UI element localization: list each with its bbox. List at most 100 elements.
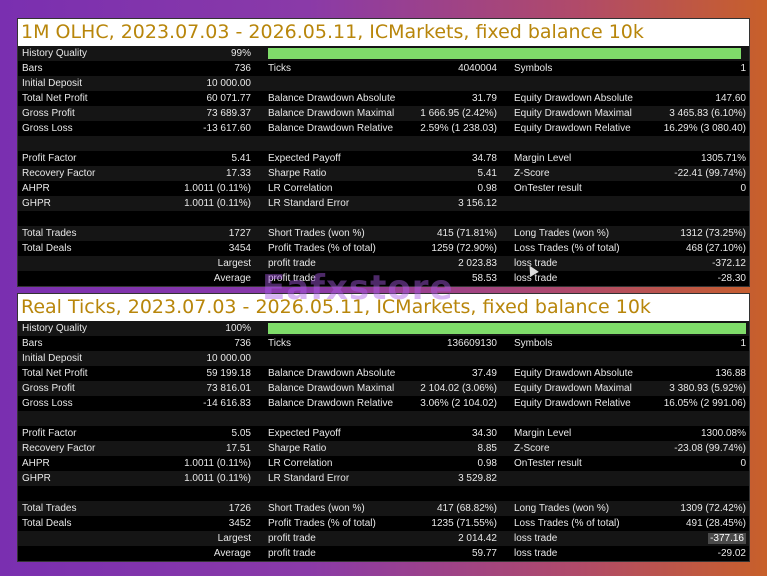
report-title: 1M OLHC, 2023.07.03 - 2026.05.11, ICMark…	[18, 19, 749, 46]
stat-value-text: -22.41 (99.74%)	[674, 168, 746, 179]
stat-value: 0	[598, 181, 746, 196]
stat-value-text: -29.02	[717, 548, 746, 559]
stat-value-text: Largest	[217, 533, 251, 544]
stat-value-text: 468 (27.10%)	[685, 243, 746, 254]
stat-value-text: 1727	[228, 228, 251, 239]
report-panel-real-ticks: Real Ticks, 2023.07.03 - 2026.05.11, ICM…	[17, 293, 750, 562]
stat-value-text: 2 104.02 (3.06%)	[420, 383, 497, 394]
stat-row: Total Deals 3454 Profit Trades (% of total…	[18, 241, 749, 256]
stat-value-text: -13 617.60	[203, 123, 251, 134]
stat-row: Profit Factor 5.41 Expected Payoff 34.78 Mar…	[18, 151, 749, 166]
stat-value: 3 529.82	[368, 471, 497, 486]
stat-value-text: 0.98	[477, 458, 497, 469]
stat-value-text: 2 014.42	[458, 533, 497, 544]
stat-value: 1 666.95 (2.42%)	[368, 106, 497, 121]
history-quality-value: 100%	[225, 323, 251, 334]
stat-value: -29.02	[598, 546, 746, 561]
stat-value-text: -23.08 (99.74%)	[674, 443, 746, 454]
stat-value: 37.49	[368, 366, 497, 381]
stat-value-text: 136609130	[446, 338, 497, 349]
stat-value: 1309 (72.42%)	[598, 501, 746, 516]
stat-value: Average	[138, 271, 251, 286]
stat-value-text: 17.51	[225, 443, 251, 454]
stat-value: 59.77	[368, 546, 497, 561]
stat-value-text: 8.85	[477, 443, 497, 454]
stat-value: 17.33	[138, 166, 251, 181]
stat-value-text: 417 (68.82%)	[436, 503, 497, 514]
stat-value-text: 736	[234, 63, 251, 74]
stat-row: GHPR 1.0011 (0.11%) LR Standard Error 3 529…	[18, 471, 749, 486]
stat-value: 31.79	[368, 91, 497, 106]
stat-row	[18, 211, 749, 226]
stat-row: Profit Factor 5.05 Expected Payoff 34.30 Mar…	[18, 426, 749, 441]
stat-value: 5.41	[368, 166, 497, 181]
stat-value-text: 1235 (71.55%)	[431, 518, 497, 529]
stat-value: 1726	[138, 501, 251, 516]
stat-row: Total Trades 1727 Short Trades (won %) 415 …	[18, 226, 749, 241]
stat-value-text: 1	[740, 63, 746, 74]
stat-value-text: 60 071.77	[206, 93, 252, 104]
stat-row: Average profit trade 59.77 loss trade -29.02	[18, 546, 749, 561]
stat-value-text: Average	[213, 548, 251, 559]
stat-value-text: 491 (28.45%)	[685, 518, 746, 529]
stat-value-text: 16.29% (3 080.40)	[663, 123, 746, 134]
stat-value-text: 10 000.00	[206, 353, 252, 364]
history-quality-row: History Quality 99%	[18, 46, 749, 61]
stat-value: 5.05	[138, 426, 251, 441]
stat-row	[18, 486, 749, 501]
stat-value-text: 1.0011 (0.11%)	[184, 198, 251, 209]
stat-row: Total Net Profit 60 071.77 Balance Drawdow…	[18, 91, 749, 106]
stat-value-text: 4040004	[458, 63, 497, 74]
stat-value: 136609130	[368, 336, 497, 351]
stat-value-text: 3 529.82	[458, 473, 497, 484]
stat-value: 16.05% (2 991.06)	[598, 396, 746, 411]
stat-value-text: 17.33	[225, 168, 251, 179]
stat-value-text: 3 380.93 (5.92%)	[669, 383, 746, 394]
stat-value: 1235 (71.55%)	[368, 516, 497, 531]
stat-value-text: 5.05	[231, 428, 251, 439]
report-panel-olhc: 1M OLHC, 2023.07.03 - 2026.05.11, ICMark…	[17, 18, 750, 287]
stat-value: 136.88	[598, 366, 746, 381]
history-quality-bar	[268, 48, 741, 59]
stat-value-text: 3 465.83 (6.10%)	[669, 108, 746, 119]
stat-row: Gross Profit 73 689.37 Balance Drawdown Ma…	[18, 106, 749, 121]
stat-row: Recovery Factor 17.33 Sharpe Ratio 5.41 Z-Sc…	[18, 166, 749, 181]
stat-value-text: 34.30	[471, 428, 497, 439]
stat-value: -14 616.83	[138, 396, 251, 411]
stat-value-text: -377.16	[708, 533, 746, 544]
stat-value: 8.85	[368, 441, 497, 456]
stat-value: 468 (27.10%)	[598, 241, 746, 256]
stat-value-text: Average	[213, 273, 251, 284]
stat-value: 2 104.02 (3.06%)	[368, 381, 497, 396]
stat-row: Average profit trade 58.53 loss trade -28.30	[18, 271, 749, 286]
stat-value-text: -14 616.83	[203, 398, 251, 409]
stat-row: Gross Loss -13 617.60 Balance Drawdown Rel…	[18, 121, 749, 136]
stat-value: 1259 (72.90%)	[368, 241, 497, 256]
stat-value-text: 0.98	[477, 183, 497, 194]
stat-value-text: 1300.08%	[700, 428, 746, 439]
stat-value: 4040004	[368, 61, 497, 76]
stat-value: 73 689.37	[138, 106, 252, 121]
stat-value-text: 34.78	[471, 153, 497, 164]
stat-value-text: 1259 (72.90%)	[431, 243, 497, 254]
stat-value-text: 0	[740, 183, 746, 194]
stat-value: 3 465.83 (6.10%)	[598, 106, 746, 121]
stat-value-text: 1 666.95 (2.42%)	[420, 108, 497, 119]
stat-value: 417 (68.82%)	[368, 501, 497, 516]
stat-value-text: 0	[740, 458, 746, 469]
stat-value: 60 071.77	[138, 91, 252, 106]
stat-value-text: 16.05% (2 991.06)	[663, 398, 746, 409]
stat-value-text: 736	[234, 338, 251, 349]
stat-value: 5.41	[138, 151, 251, 166]
stat-value: 1.0011 (0.11%)	[138, 456, 251, 471]
stat-value-text: 2 023.83	[458, 258, 497, 269]
stat-value-text: 1312 (73.25%)	[680, 228, 746, 239]
stat-value-text: 58.53	[471, 273, 497, 284]
history-quality-bar	[268, 323, 746, 334]
stat-value: 59 199.18	[138, 366, 252, 381]
stat-value-text: 37.49	[471, 368, 497, 379]
stat-value-text: Largest	[217, 258, 251, 269]
stat-value: 0.98	[368, 456, 497, 471]
stat-value: 736	[138, 61, 251, 76]
stat-value-text: 1	[740, 338, 746, 349]
